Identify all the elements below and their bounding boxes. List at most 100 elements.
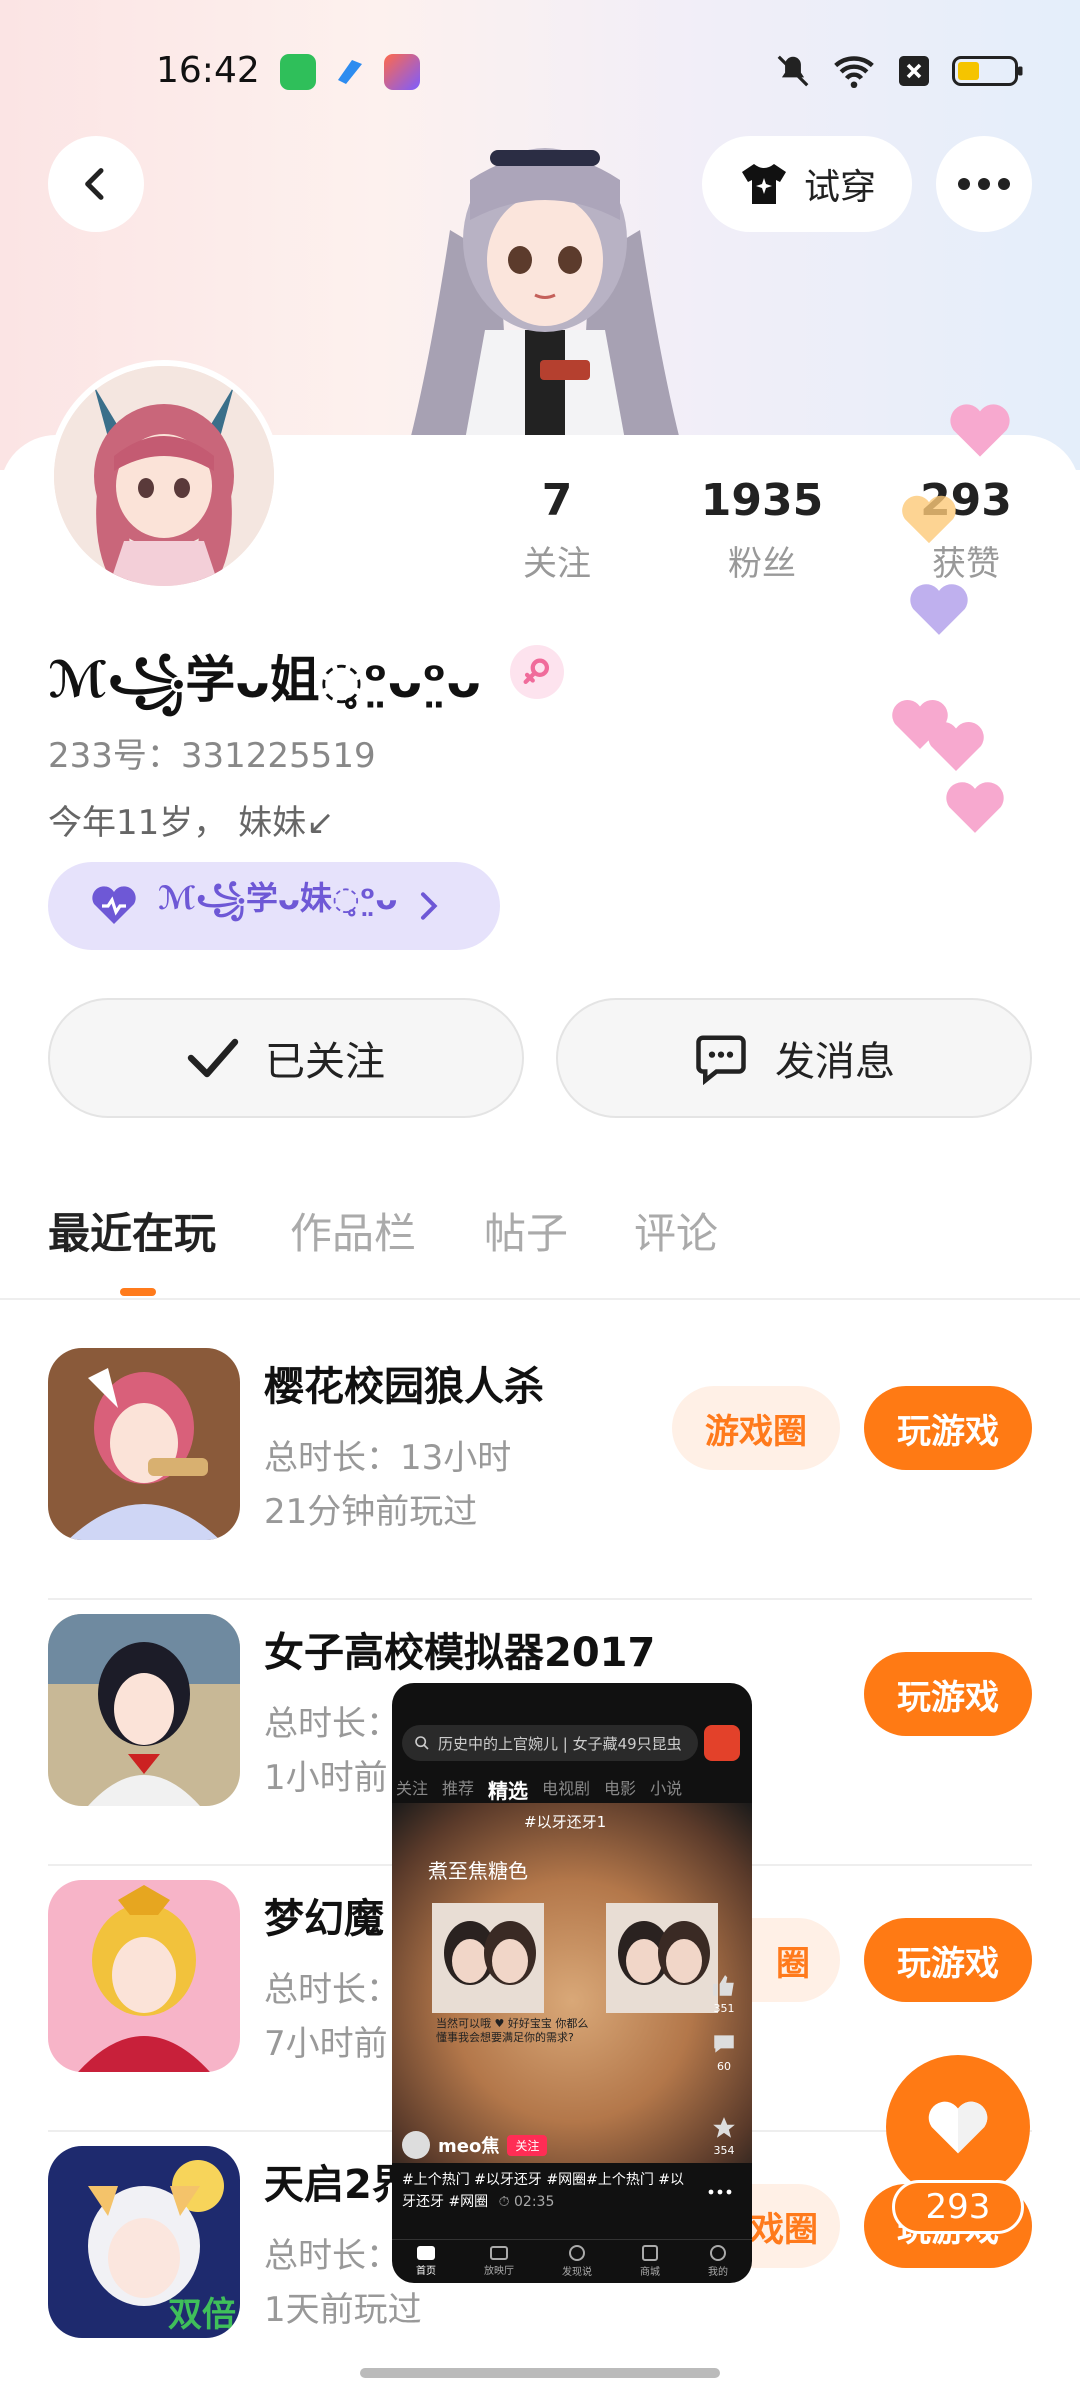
shortcut-app-icon: [384, 54, 420, 90]
video-nav-item[interactable]: 精选: [488, 1775, 528, 1804]
game-circle-button[interactable]: 游戏圈: [672, 1386, 840, 1470]
tab-works[interactable]: 作品栏: [290, 1200, 416, 1261]
tab-recently-played[interactable]: 最近在玩: [48, 1200, 216, 1261]
followed-label: 已关注: [265, 1039, 385, 1085]
home-indicator[interactable]: [360, 2368, 720, 2378]
video-thumbnail-left: [432, 1903, 544, 2013]
video-duration-value: 02:35: [514, 2194, 555, 2210]
game-title: 梦幻魔: [264, 1896, 384, 1942]
video-bottom-tab-label: 我的: [708, 2267, 728, 2278]
try-on-button[interactable]: 试穿: [702, 136, 912, 232]
comment-count-small: 60: [717, 2060, 731, 2073]
svg-text:双倍!: 双倍!: [168, 2295, 240, 2335]
app-notification-icon: [280, 54, 316, 90]
bird-app-icon: [332, 54, 368, 90]
tab-comments[interactable]: 评论: [634, 1200, 718, 1261]
game-icon: [48, 1614, 240, 1806]
author-avatar[interactable]: [402, 2131, 430, 2159]
video-nav-item[interactable]: 推荐: [442, 1775, 474, 1804]
more-options-icon[interactable]: [708, 2189, 732, 2195]
wifi-icon: [834, 56, 874, 89]
game-title: 女子高校模拟器2017: [264, 1630, 656, 1676]
video-hashtag: #以牙还牙1: [524, 1813, 607, 1831]
author-name[interactable]: meo焦: [438, 2132, 499, 2158]
play-game-button[interactable]: 玩游戏: [864, 1918, 1032, 2002]
app-logo-icon: [704, 1725, 740, 1761]
fan-badge-label: ℳ꧁学ᴗ妹◌̥ᵒ̤ᴗ: [158, 879, 398, 917]
video-bottom-nav: 首页 放映厅 发现说 商城 我的: [392, 2239, 752, 2283]
send-message-label: 发消息: [775, 1039, 895, 1085]
followed-button[interactable]: 已关注: [48, 998, 524, 1118]
comment-icon[interactable]: [711, 2031, 737, 2057]
floating-video-window[interactable]: 历史中的上官婉儿 | 女子藏49只昆虫 关注 推荐 精选 电视剧 电影 小说 #…: [392, 1683, 752, 2283]
chevron-right-icon: [421, 892, 438, 920]
female-gender-badge: [510, 645, 564, 699]
stat-fans[interactable]: 1935 粉丝: [662, 475, 862, 585]
video-search-bar[interactable]: 历史中的上官婉儿 | 女子藏49只昆虫: [402, 1725, 698, 1761]
video-bottom-tab-label: 发现说: [562, 2267, 592, 2278]
video-favorite-action: 354: [704, 2115, 744, 2157]
more-button[interactable]: [936, 136, 1032, 232]
profile-avatar[interactable]: [48, 360, 280, 592]
video-bottom-tab-me[interactable]: 我的: [708, 2245, 728, 2278]
tv-icon: [490, 2246, 508, 2260]
heart-decoration-icon: [946, 782, 1004, 833]
video-duration: ⏱ 02:35: [498, 2194, 555, 2210]
user-id: 233号：331225519: [48, 736, 376, 776]
like-count-small: 351: [713, 2002, 735, 2015]
game-duration: 总时长：13小时: [264, 1438, 512, 1478]
game-duration: 总时长：: [264, 1704, 400, 1744]
game-title: 樱花校园狼人杀: [264, 1364, 544, 1410]
video-author-row: meo焦 关注: [402, 2131, 548, 2159]
checkmark-icon: [187, 1038, 239, 1078]
status-bar: 16:42: [0, 40, 1080, 104]
star-icon[interactable]: [711, 2115, 737, 2141]
play-game-button[interactable]: 玩游戏: [864, 1652, 1032, 1736]
more-icon: [958, 178, 1010, 190]
heart-decoration-icon: [902, 495, 956, 544]
avatar-3d-figure: [390, 110, 700, 440]
thumb-up-icon[interactable]: [711, 1973, 737, 1999]
heart-pulse-icon: [92, 886, 136, 924]
like-fab-button[interactable]: [886, 2055, 1030, 2199]
heart-decoration-icon: [910, 584, 968, 635]
game-icon: 双倍!: [48, 2146, 240, 2338]
female-icon: [523, 658, 550, 685]
game-duration: 总时长：: [264, 2236, 400, 2276]
play-game-button[interactable]: 玩游戏: [864, 1386, 1032, 1470]
user-bio: 今年11岁， 妹妹↙: [48, 803, 335, 843]
game-icon: [48, 1880, 240, 2072]
video-nav-item[interactable]: 关注: [396, 1775, 428, 1804]
video-bottom-tab-theater[interactable]: 放映厅: [484, 2246, 514, 2277]
battery-icon: [952, 56, 1023, 86]
video-bottom-tab-discover[interactable]: 发现说: [562, 2245, 592, 2278]
like-fab-count: 293: [892, 2180, 1024, 2234]
video-bottom-tab-label: 放映厅: [484, 2266, 514, 2277]
video-nav-item[interactable]: 电视剧: [542, 1775, 590, 1804]
video-frame: #以牙还牙1 煮至焦糖色 当然可以哦 ♥ 好好宝宝 你都么懂事我会想要满足你的需…: [392, 1803, 752, 2163]
profile-tabs: 最近在玩 作品栏 帖子 评论: [0, 1200, 1080, 1300]
mute-icon: [777, 55, 809, 87]
game-list-item[interactable]: 樱花校园狼人杀 总时长：13小时 21分钟前玩过 游戏圈 玩游戏: [0, 1334, 1080, 1600]
compass-icon: [569, 2245, 585, 2261]
follow-author-button[interactable]: 关注: [507, 2134, 548, 2156]
back-button[interactable]: [48, 136, 144, 232]
tab-posts[interactable]: 帖子: [484, 1200, 568, 1261]
video-bottom-tab-home[interactable]: 首页: [416, 2246, 436, 2277]
person-icon: [710, 2245, 726, 2261]
likes-count: 293: [920, 475, 1012, 526]
following-count: 7: [541, 475, 573, 526]
heart-decoration-icon: [950, 404, 1010, 457]
chat-bubble-icon: [696, 1035, 746, 1085]
stat-likes[interactable]: 293 获赞: [866, 475, 1066, 585]
game-last-played: 1小时前: [264, 1758, 388, 1798]
game-last-played: 1天前玩过: [264, 2290, 422, 2330]
video-nav-item[interactable]: 小说: [650, 1775, 682, 1804]
stat-following[interactable]: 7 关注: [457, 475, 657, 585]
video-nav-item[interactable]: 电影: [604, 1775, 636, 1804]
video-bottom-tab-mall[interactable]: 商城: [640, 2245, 660, 2278]
video-search-text: 历史中的上官婉儿 | 女子藏49只昆虫: [438, 1734, 682, 1753]
fan-group-badge[interactable]: ℳ꧁学ᴗ妹◌̥ᵒ̤ᴗ: [48, 862, 500, 950]
send-message-button[interactable]: 发消息: [556, 998, 1032, 1118]
video-thumbnail-right: [606, 1903, 718, 2013]
